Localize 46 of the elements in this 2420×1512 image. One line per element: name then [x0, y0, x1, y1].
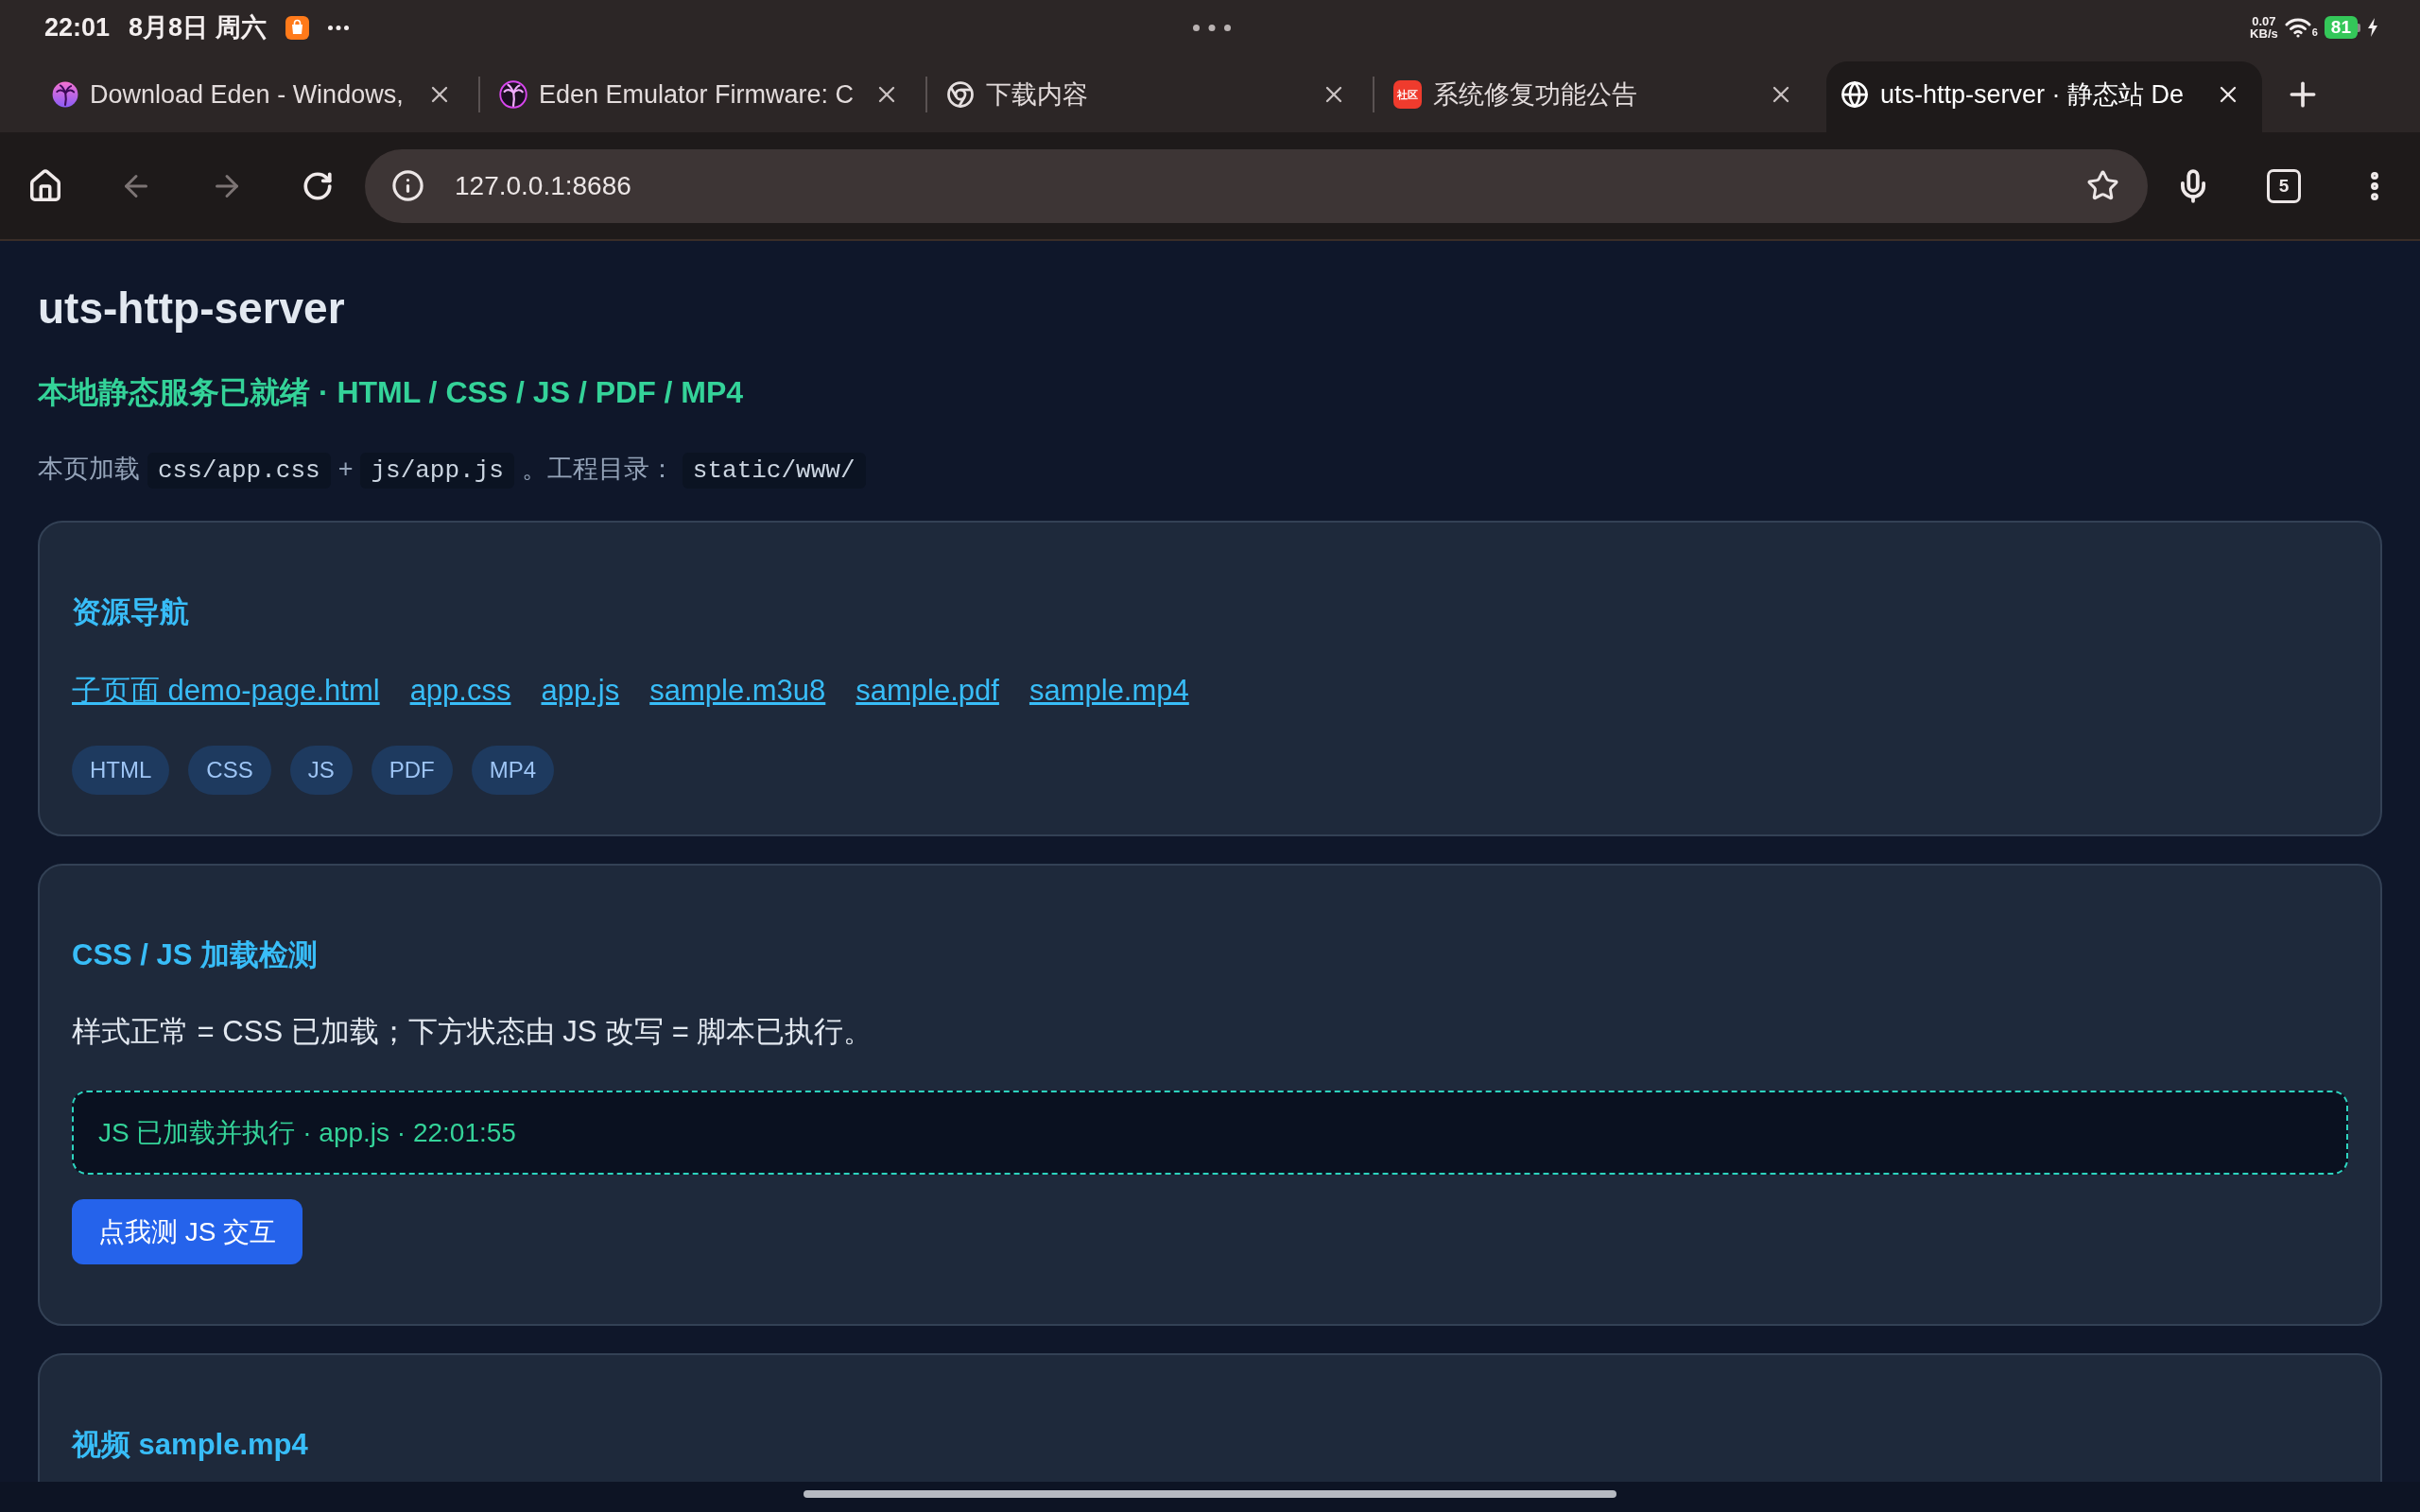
file-type-tag: JS [289, 746, 353, 795]
resource-link[interactable]: sample.pdf [856, 673, 999, 709]
resource-link[interactable]: 子页面 demo-page.html [72, 673, 380, 709]
palm-tree-icon [52, 80, 78, 108]
file-type-tag: MP4 [471, 746, 555, 795]
info-icon[interactable] [391, 169, 424, 202]
tab-count-button[interactable]: 5 [2267, 168, 2301, 203]
test-js-button[interactable]: 点我测 JS 交互 [72, 1199, 303, 1264]
wifi-icon [2284, 17, 2311, 38]
status-date: 8月8日 周六 [129, 12, 267, 43]
section-heading: 视频 sample.mp4 [72, 1427, 309, 1463]
section-heading: CSS / JS 加载检测 [72, 937, 320, 973]
palm-tree-icon [499, 79, 527, 109]
home-icon[interactable] [27, 167, 63, 204]
browser-tab[interactable]: Eden Emulator Firmware: C [485, 61, 921, 132]
battery-indicator: 81 [2324, 16, 2360, 39]
url-text: 127.0.0.1:8686 [455, 170, 632, 201]
status-output: JS 已加载并执行 · app.js · 22:01:55 [72, 1091, 2348, 1175]
bookmark-star-icon[interactable] [2086, 169, 2119, 202]
more-dots-icon [327, 25, 349, 30]
resource-link[interactable]: sample.m3u8 [649, 673, 826, 709]
resource-link[interactable]: app.css [409, 673, 511, 709]
file-type-tag: CSS [188, 746, 271, 795]
status-time: 22:01 [44, 12, 111, 43]
chrome-logo-icon [946, 79, 975, 109]
shopping-bag-icon [285, 15, 309, 40]
browser-tab[interactable]: Download Eden - Windows, [38, 61, 474, 132]
browser-tab[interactable]: 下载内容 [932, 61, 1368, 132]
browser-tab[interactable]: uts-http-server · 静态站 De [1826, 61, 2262, 132]
intro-text: 本页加载 css/app.css + js/app.js 。工程目录： static/www/ [38, 450, 2382, 490]
network-speed: 0.07 KB/s [2250, 15, 2278, 40]
description-text: 样式正常 = CSS 已加载；下方状态由 JS 改写 = 脚本已执行。 [72, 1014, 874, 1050]
browser-tab[interactable]: 社区 系统修复功能公告 [1379, 61, 1815, 132]
reload-icon[interactable] [302, 169, 334, 202]
page-title: uts-http-server [38, 284, 346, 334]
resource-link[interactable]: app.js [541, 673, 620, 709]
section-heading: 资源导航 [72, 594, 190, 630]
wifi-standard-label: 6 [2311, 27, 2318, 38]
globe-icon [1841, 79, 1869, 109]
community-badge: 社区 [1393, 79, 1422, 109]
file-type-tag: PDF [371, 746, 453, 795]
more-dots-icon [1192, 24, 1231, 31]
address-bar[interactable]: 127.0.0.1:8686 [365, 148, 2148, 223]
file-type-tag: HTML [72, 746, 170, 795]
resource-link[interactable]: sample.mp4 [1028, 673, 1189, 709]
page-subtitle: 本地静态服务已就绪 · HTML / CSS / JS / PDF / MP4 [38, 374, 745, 410]
